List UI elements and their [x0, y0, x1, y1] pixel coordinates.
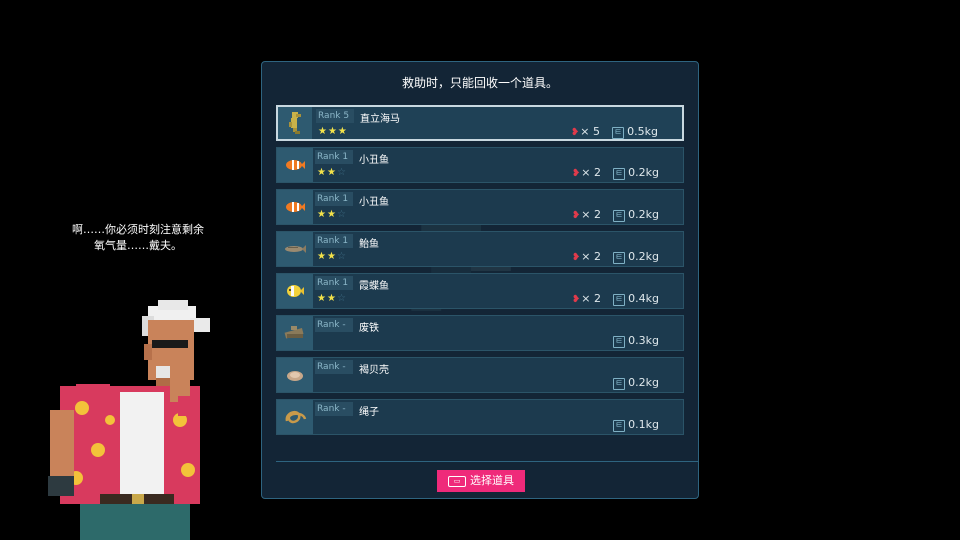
item-rank: Rank 1: [315, 234, 353, 248]
dialogue-text: 啊……你必须时刻注意剩余 氧气量……戴夫。: [58, 222, 218, 254]
item-weight: ㅌ 0.3kg: [612, 334, 659, 348]
brown-shell-icon: [287, 371, 303, 381]
item-weight: ㅌ 0.2kg: [612, 208, 659, 222]
item-stars: ★★☆: [317, 293, 347, 304]
item-weight: ㅌ 0.1kg: [612, 418, 659, 432]
item-weight: ㅌ 0.2kg: [612, 166, 659, 180]
dialogue-line-2: 氧气量……戴夫。: [94, 239, 182, 252]
character-portrait: [48, 300, 210, 540]
item-rank: Rank -: [315, 318, 353, 332]
rope-icon: [285, 410, 307, 424]
select-item-button[interactable]: ▭ 选择道具: [437, 470, 525, 492]
item-rank: Rank 1: [315, 276, 353, 290]
item-count: ❥× 5: [570, 125, 600, 139]
keyboard-key-icon: ▭: [448, 475, 466, 487]
item-stars: ★★☆: [317, 209, 347, 220]
item-rank: Rank 1: [315, 150, 353, 164]
item-thumbnail: [278, 107, 312, 139]
item-thumbnail: [277, 148, 313, 182]
item-name: 鲐鱼: [359, 239, 379, 250]
item-weight: ㅌ 0.2kg: [612, 250, 659, 264]
panel-title: 救助时，只能回收一个道具。: [401, 76, 558, 90]
weight-icon: ㅌ: [612, 294, 626, 306]
item-row[interactable]: Rank 1 鲐鱼 ★★☆ ❥× 2 ㅌ 0.2kg: [276, 231, 684, 267]
item-weight: ㅌ 0.5kg: [611, 125, 658, 139]
dialogue-line-1: 啊……你必须时刻注意剩余: [72, 223, 204, 236]
flame-icon: ❥: [571, 210, 581, 221]
item-rank: Rank -: [315, 402, 353, 416]
item-name: 褐贝壳: [359, 365, 389, 376]
item-thumbnail: [277, 316, 313, 350]
butterflyfish-icon: [287, 285, 304, 297]
item-count: ❥× 2: [571, 208, 601, 222]
weight-icon: ㅌ: [612, 378, 626, 390]
item-name: 绳子: [359, 407, 379, 418]
clownfish-icon: [286, 202, 305, 212]
seahorse-icon: [289, 112, 301, 134]
item-rank: Rank 5: [316, 109, 354, 123]
flame-icon: ❥: [571, 294, 581, 305]
mackerel-icon: [285, 245, 306, 253]
clownfish-icon: [286, 160, 305, 170]
item-row[interactable]: Rank 1 小丑鱼 ★★☆ ❥× 2 ㅌ 0.2kg: [276, 147, 684, 183]
item-count: ❥× 2: [571, 166, 601, 180]
item-rank: Rank 1: [315, 192, 353, 206]
item-row[interactable]: Rank - 废铁 ㅌ 0.3kg: [276, 315, 684, 351]
item-name: 小丑鱼: [359, 155, 389, 166]
item-weight: ㅌ 0.4kg: [612, 292, 659, 306]
flame-icon: ❥: [571, 252, 581, 263]
item-thumbnail: [277, 274, 313, 308]
flame-icon: ❥: [571, 168, 581, 179]
item-count: ❥× 2: [571, 250, 601, 264]
item-row[interactable]: Rank 1 霞蝶鱼 ★★☆ ❥× 2 ㅌ 0.4kg: [276, 273, 684, 309]
flame-icon: ❥: [570, 127, 580, 138]
weight-icon: ㅌ: [611, 127, 625, 139]
weight-icon: ㅌ: [612, 210, 626, 222]
item-name: 废铁: [359, 323, 379, 334]
weight-icon: ㅌ: [612, 336, 626, 348]
scrap-iron-icon: [284, 326, 304, 339]
item-thumbnail: [277, 232, 313, 266]
item-rank: Rank -: [315, 360, 353, 374]
item-stars: ★★★: [318, 126, 348, 137]
item-weight: ㅌ 0.2kg: [612, 376, 659, 390]
panel-divider: [276, 461, 698, 462]
weight-icon: ㅌ: [612, 252, 626, 264]
item-count: ❥× 2: [571, 292, 601, 306]
item-thumbnail: [277, 358, 313, 392]
item-name: 小丑鱼: [359, 197, 389, 208]
weight-icon: ㅌ: [612, 420, 626, 432]
item-stars: ★★☆: [317, 251, 347, 262]
item-list: Rank 5 直立海马 ★★★ ❥× 5 ㅌ 0.5kg Rank 1 小丑鱼 ★…: [276, 105, 684, 441]
item-row[interactable]: Rank 1 小丑鱼 ★★☆ ❥× 2 ㅌ 0.2kg: [276, 189, 684, 225]
item-row[interactable]: Rank - 绳子 ㅌ 0.1kg: [276, 399, 684, 435]
item-row[interactable]: Rank 5 直立海马 ★★★ ❥× 5 ㅌ 0.5kg: [276, 105, 684, 141]
item-name: 霞蝶鱼: [359, 281, 389, 292]
item-name: 直立海马: [360, 114, 400, 125]
weight-icon: ㅌ: [612, 168, 626, 180]
item-selection-panel: 救助时，只能回收一个道具。 Rank 5 直立海马 ★★★ ❥× 5 ㅌ 0.5k…: [261, 61, 699, 499]
item-thumbnail: [277, 400, 313, 434]
item-row[interactable]: Rank - 褐贝壳 ㅌ 0.2kg: [276, 357, 684, 393]
item-thumbnail: [277, 190, 313, 224]
item-stars: ★★☆: [317, 167, 347, 178]
